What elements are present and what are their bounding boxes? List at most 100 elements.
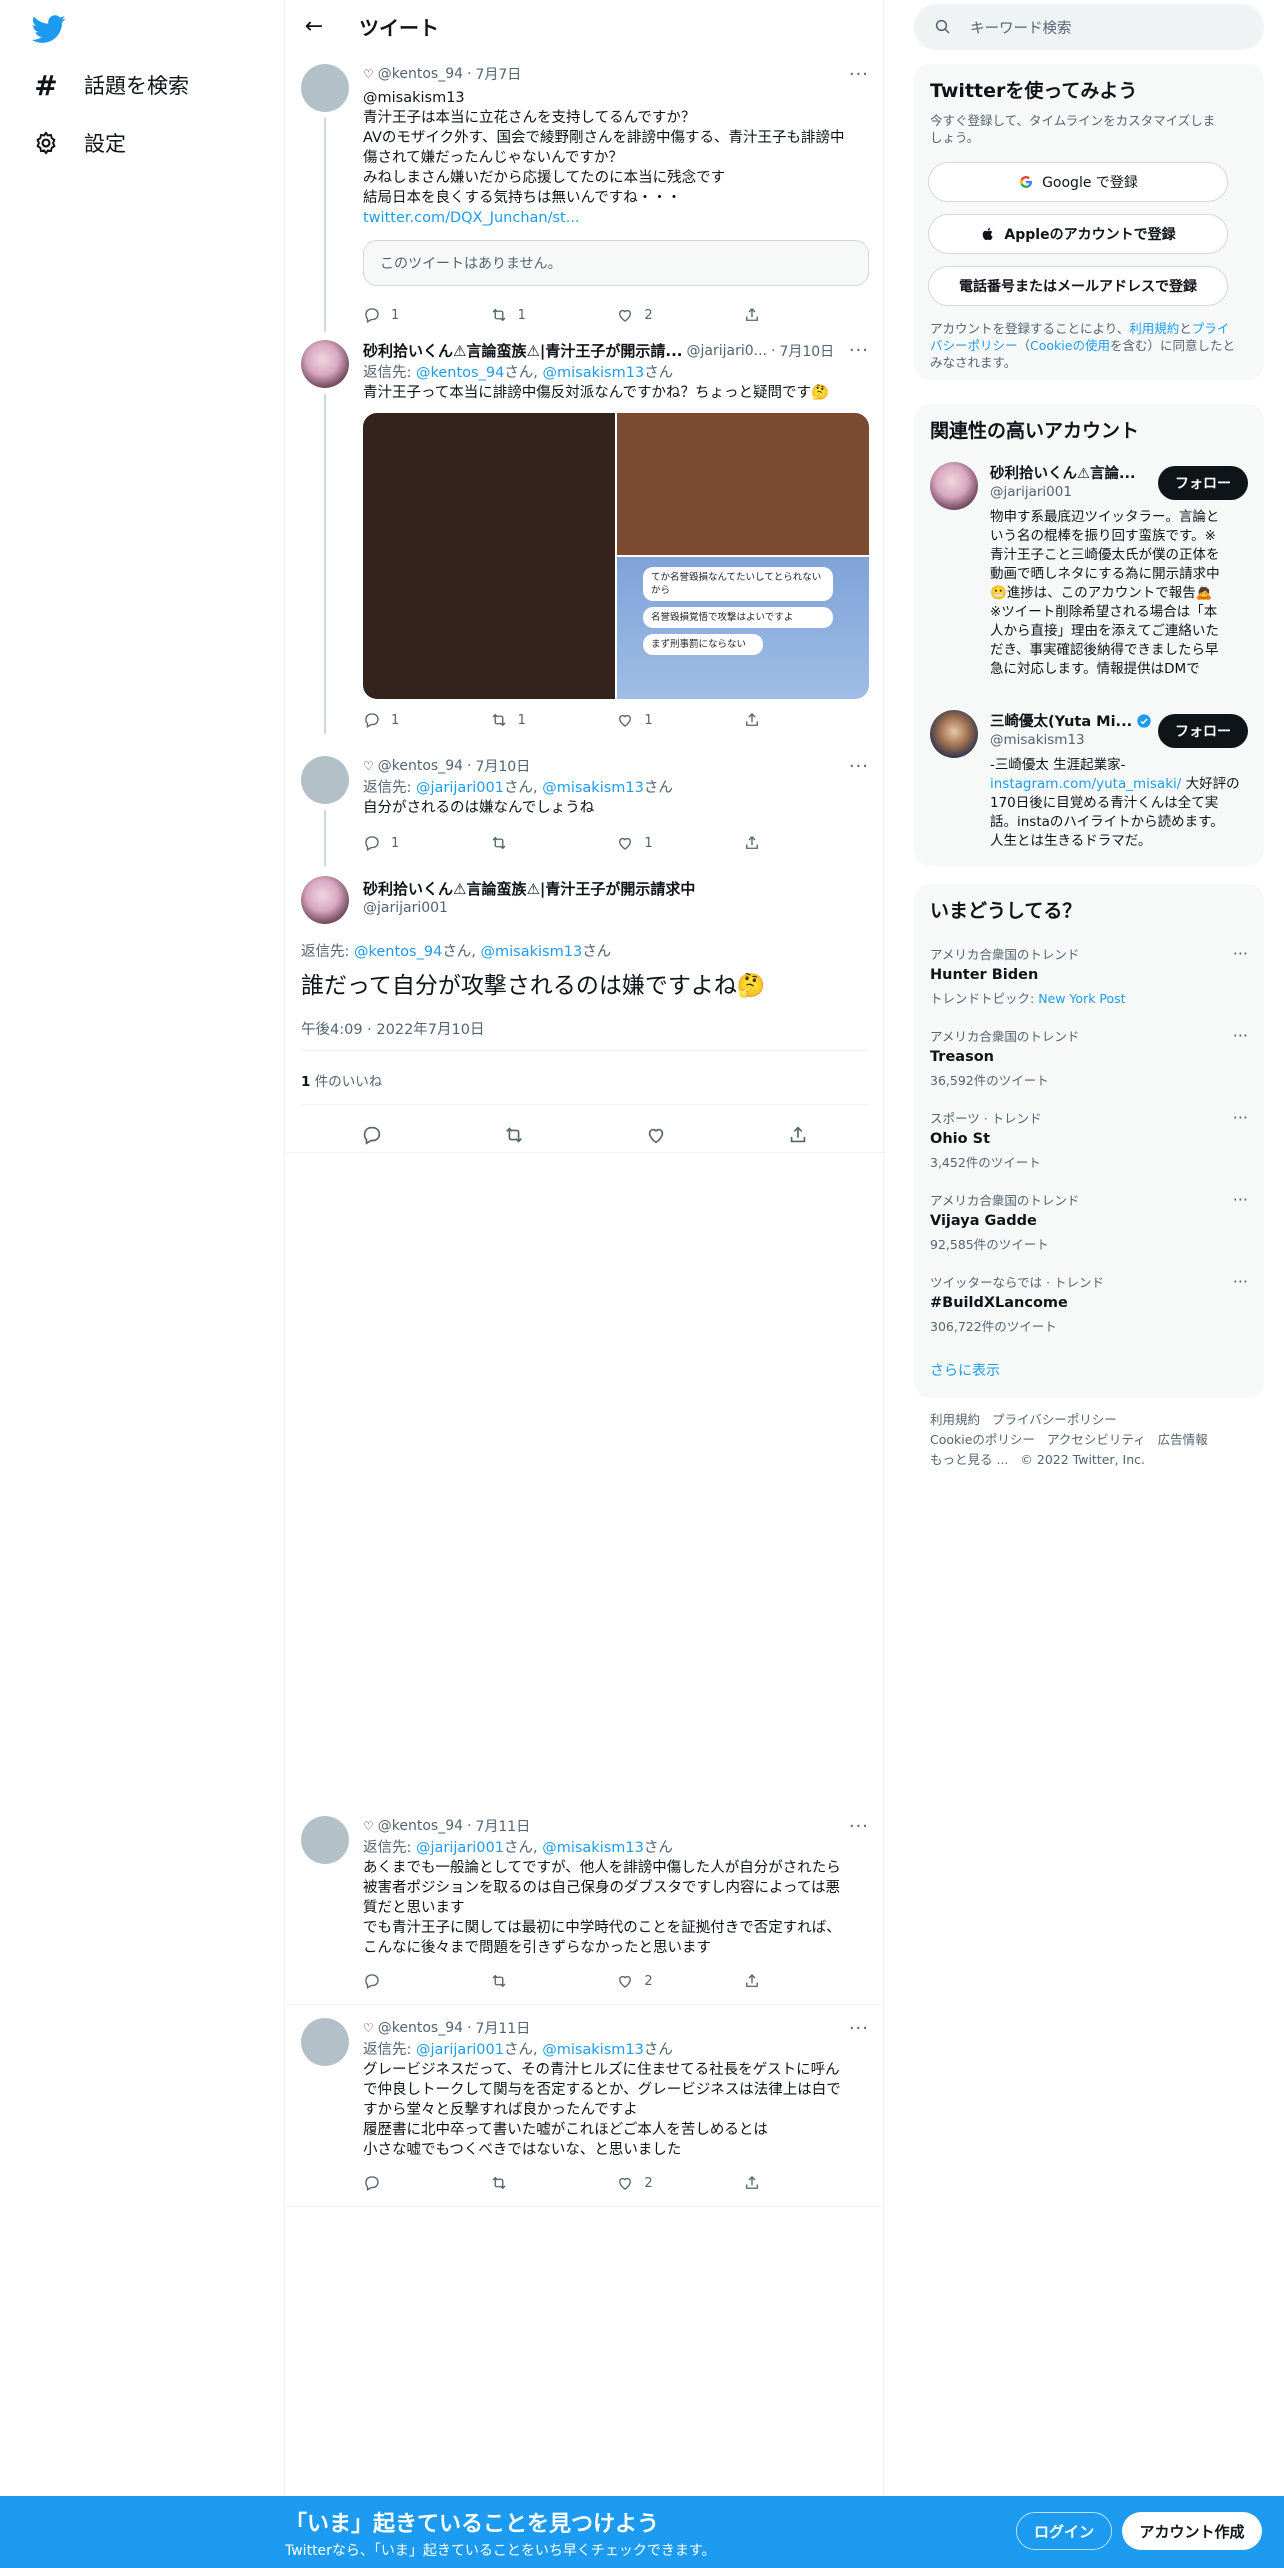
reply-mention[interactable]: @misakism13 <box>542 780 644 796</box>
reply-button[interactable] <box>363 2174 423 2192</box>
likes-summary[interactable]: 1 件のいいね <box>301 1070 382 1090</box>
tweet-handle[interactable]: @kentos_94 <box>378 2020 463 2036</box>
like-button[interactable]: 1 <box>616 711 676 729</box>
like-button[interactable]: 1 <box>616 834 676 852</box>
tweet-handle[interactable]: @kentos_94 <box>378 1818 463 1834</box>
share-button[interactable] <box>743 306 803 324</box>
avatar[interactable] <box>301 876 349 924</box>
share-button[interactable] <box>743 1972 803 1990</box>
reply-mention[interactable]: @kentos_94 <box>354 944 442 960</box>
tweet-author-name[interactable]: 砂利拾いくん⚠言論蛮族⚠|青汁王子が開示請... <box>363 340 682 361</box>
trend-item[interactable]: ツイッターならでは · トレンド #BuildXLancome 306,722件… <box>930 1272 1248 1335</box>
like-button[interactable]: 2 <box>616 1972 676 1990</box>
login-button[interactable]: ログイン <box>1016 2512 1112 2550</box>
reply-button[interactable]: 1 <box>363 711 423 729</box>
google-signup-button[interactable]: Google で登録 <box>928 162 1228 202</box>
media-image-chat[interactable]: てか名誉毀損なんてたいしてとられないから 名誉毀損覚悟で攻撃はよいですよ まず刑… <box>617 557 869 699</box>
footer-link[interactable]: 広告情報 <box>1158 1432 1208 1447</box>
signup-button[interactable]: アカウント作成 <box>1122 2512 1262 2550</box>
tweet-date[interactable]: 7月11日 <box>475 2018 530 2038</box>
share-button[interactable] <box>743 711 803 729</box>
more-icon[interactable]: ··· <box>1233 1108 1248 1127</box>
avatar[interactable] <box>301 2018 349 2066</box>
focal-timestamp[interactable]: 午後4:09 · 2022年7月10日 <box>301 1018 484 1039</box>
account-handle[interactable]: @jarijari001 <box>990 484 1072 500</box>
like-button[interactable]: 2 <box>616 2174 676 2192</box>
trend-topic-link[interactable]: New York Post <box>1038 991 1125 1006</box>
retweet-button[interactable] <box>490 1972 550 1990</box>
tweet-handle[interactable]: @kentos_94 <box>378 758 463 774</box>
more-icon[interactable]: ··· <box>1233 944 1248 963</box>
footer-link[interactable]: プライバシーポリシー <box>992 1412 1117 1427</box>
avatar[interactable] <box>930 462 978 510</box>
avatar[interactable] <box>930 710 978 758</box>
reply-button[interactable]: 1 <box>363 834 423 852</box>
retweet-button[interactable] <box>490 2174 550 2192</box>
reply-mention[interactable]: @jarijari001 <box>416 780 504 796</box>
tweet-handle[interactable]: @kentos_94 <box>378 66 463 82</box>
tweet-media[interactable]: てか名誉毀損なんてたいしてとられないから 名誉毀損覚悟で攻撃はよいですよ まず刑… <box>363 413 869 699</box>
retweet-button[interactable] <box>490 834 550 852</box>
back-arrow-icon[interactable]: ← <box>301 14 327 40</box>
reply-tweet-2[interactable]: ··· ♡ @kentos_94 · 7月11日 返信先: @jarijari0… <box>285 2018 885 2208</box>
follow-button[interactable]: フォロー <box>1158 466 1248 500</box>
tweet-date[interactable]: 7月10日 <box>779 341 834 361</box>
bio-link[interactable]: instagram.com/yuta_misaki/ <box>990 776 1181 792</box>
share-button[interactable] <box>743 2174 803 2192</box>
trend-item[interactable]: アメリカ合衆国のトレンド Treason 36,592件のツイート ··· <box>930 1026 1248 1089</box>
focal-author-name[interactable]: 砂利拾いくん⚠言論蛮族⚠|青汁王子が開示請求中 <box>363 878 695 899</box>
twitter-logo-icon[interactable] <box>31 12 66 46</box>
tweet-3[interactable]: ··· ♡ @kentos_94 · 7月10日 返信先: @jarijari0… <box>285 756 885 866</box>
account-handle[interactable]: @misakism13 <box>990 732 1085 748</box>
reply-button[interactable]: 1 <box>363 306 423 324</box>
trend-item[interactable]: スポーツ · トレンド Ohio St 3,452件のツイート ··· <box>930 1108 1248 1171</box>
nav-settings[interactable]: 設定 <box>32 128 126 158</box>
reply-mention[interactable]: @kentos_94 <box>416 365 504 381</box>
share-icon[interactable] <box>787 1124 809 1146</box>
search-input[interactable]: キーワード検索 <box>914 4 1264 50</box>
account-name-row[interactable]: 三崎優太(Yuta Mi... <box>990 710 1152 731</box>
avatar[interactable] <box>301 1816 349 1864</box>
show-more-link[interactable]: さらに表示 <box>930 1360 1000 1380</box>
footer-link[interactable]: 利用規約 <box>930 1412 980 1427</box>
trend-item[interactable]: アメリカ合衆国のトレンド Vijaya Gadde 92,585件のツイート ·… <box>930 1190 1248 1253</box>
heart-icon[interactable] <box>645 1124 667 1146</box>
more-icon[interactable]: ··· <box>1233 1272 1248 1291</box>
reply-icon[interactable] <box>361 1124 383 1146</box>
avatar[interactable] <box>301 64 349 112</box>
tweet-link[interactable]: twitter.com/DQX_Junchan/st... <box>363 208 869 228</box>
reply-mention[interactable]: @misakism13 <box>542 1840 644 1856</box>
share-button[interactable] <box>743 834 803 852</box>
trend-item[interactable]: アメリカ合衆国のトレンド Hunter Biden トレンドトピック: New … <box>930 944 1248 1007</box>
privacy-link[interactable]: バシーポリシー <box>930 338 1018 353</box>
footer-link[interactable]: Cookieのポリシー <box>930 1432 1035 1447</box>
tweet-date[interactable]: 7月11日 <box>475 1816 530 1836</box>
like-button[interactable]: 2 <box>616 306 676 324</box>
reply-mention[interactable]: @misakism13 <box>543 365 645 381</box>
retweet-button[interactable]: 1 <box>490 306 550 324</box>
account-name[interactable]: 砂利拾いくん⚠言論... <box>990 462 1136 483</box>
focal-handle[interactable]: @jarijari001 <box>363 900 448 916</box>
tweet-2[interactable]: ··· 砂利拾いくん⚠言論蛮族⚠|青汁王子が開示請... @jarijari0.… <box>285 340 885 734</box>
media-image[interactable] <box>617 413 869 555</box>
avatar[interactable] <box>301 756 349 804</box>
more-icon[interactable]: ··· <box>1233 1190 1248 1209</box>
phone-email-signup-button[interactable]: 電話番号またはメールアドレスで登録 <box>928 266 1228 306</box>
tweet-date[interactable]: 7月7日 <box>475 64 521 84</box>
nav-explore[interactable]: # 話題を検索 <box>32 69 189 102</box>
reply-mention[interactable]: @jarijari001 <box>416 2042 504 2058</box>
retweet-icon[interactable] <box>503 1124 525 1146</box>
reply-tweet-1[interactable]: ··· ♡ @kentos_94 · 7月11日 返信先: @jarijari0… <box>285 1816 885 2006</box>
avatar[interactable] <box>301 340 349 388</box>
cookie-link[interactable]: Cookieの使用 <box>1030 338 1110 353</box>
footer-link[interactable]: アクセシビリティ <box>1047 1432 1146 1447</box>
more-icon[interactable]: ··· <box>1233 1026 1248 1045</box>
reply-to-link[interactable]: @misakism13 <box>363 88 869 108</box>
apple-signup-button[interactable]: Appleのアカウントで登録 <box>928 214 1228 254</box>
reply-mention[interactable]: @jarijari001 <box>416 1840 504 1856</box>
reply-mention[interactable]: @misakism13 <box>481 944 583 960</box>
tweet-date[interactable]: 7月10日 <box>475 756 530 776</box>
footer-more-link[interactable]: もっと見る ... <box>930 1452 1008 1467</box>
follow-button[interactable]: フォロー <box>1158 714 1248 748</box>
retweet-button[interactable]: 1 <box>490 711 550 729</box>
